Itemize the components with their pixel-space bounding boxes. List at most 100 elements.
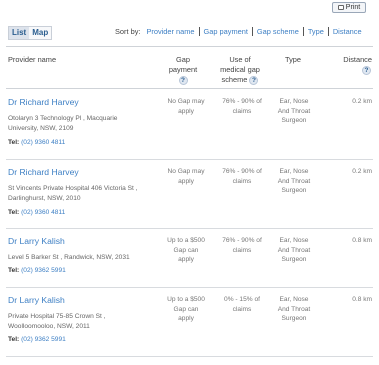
sort-bar: Sort by: Provider name Gap payment Gap s… — [115, 27, 362, 36]
printer-icon — [337, 5, 344, 10]
type-text: Surgeon — [281, 315, 307, 322]
map-view-tab[interactable]: Map — [29, 27, 51, 39]
table-row: Dr Richard Harvey Otolaryn 3 Technology … — [6, 88, 373, 160]
provider-name-link[interactable]: Dr Larry Kalish — [8, 236, 65, 246]
sort-provider-name-link[interactable]: Provider name — [146, 27, 194, 36]
header-use-of-line: Use of — [229, 55, 251, 64]
gap-scheme-cell: 76% - 90% of claims — [214, 167, 270, 186]
provider-tel: Tel: (02) 9360 4811 — [8, 209, 65, 216]
header-scheme-line: scheme — [221, 75, 248, 84]
scheme-text: claims — [232, 107, 252, 115]
gap-payment-help-icon[interactable]: ? — [178, 76, 188, 85]
sort-type-link[interactable]: Type — [308, 27, 324, 36]
gap-text: apply — [178, 107, 194, 115]
address-line: Darlinghurst, NSW, 2010 — [8, 195, 81, 202]
type-cell: Ear, Nose And Throat Surgeon — [272, 295, 316, 324]
provider-tel: Tel: (02) 9362 5991 — [8, 267, 66, 274]
provider-tel: Tel: (02) 9362 5991 — [8, 336, 66, 343]
type-cell: Ear, Nose And Throat Surgeon — [272, 236, 316, 265]
tel-number-link[interactable]: (02) 9362 5991 — [21, 336, 66, 343]
distance-cell: 0.8 km — [352, 296, 372, 303]
tel-label: Tel: — [8, 336, 20, 343]
type-text: And Throat — [277, 107, 311, 115]
header-divider — [6, 46, 373, 47]
address-line: Woolloomooloo, NSW, 2011 — [8, 323, 90, 330]
table-row: Dr Richard Harvey St Vincents Private Ho… — [6, 159, 373, 229]
provider-name-link[interactable]: Dr Richard Harvey — [8, 97, 79, 107]
scheme-text: claims — [232, 177, 252, 185]
header-provider-name: Provider name — [8, 55, 57, 64]
type-cell: Ear, Nose And Throat Surgeon — [272, 167, 316, 196]
type-text: Surgeon — [281, 256, 307, 263]
tel-label: Tel: — [8, 139, 20, 146]
address-line: Private Hospital 75-85 Crown St , — [8, 313, 106, 320]
list-view-tab[interactable]: List — [9, 27, 30, 39]
provider-address: Private Hospital 75-85 Crown St , Woollo… — [8, 312, 148, 332]
type-text: Surgeon — [281, 187, 307, 194]
header-payment-line: payment — [168, 65, 198, 74]
gap-text: Up to a $500 — [167, 296, 205, 303]
sort-divider — [198, 27, 200, 36]
provider-name-link[interactable]: Dr Richard Harvey — [8, 167, 79, 177]
gap-text: No Gap may — [167, 98, 205, 105]
table-row: Dr Larry Kalish Level 5 Barker St , Rand… — [6, 228, 373, 288]
gap-payment-cell: No Gap may apply — [159, 97, 213, 116]
header-medical-gap: Use of medical gap scheme ? — [212, 55, 268, 85]
gap-scheme-cell: 76% - 90% of claims — [214, 97, 270, 116]
provider-address: St Vincents Private Hospital 406 Victori… — [8, 184, 158, 204]
tel-number-link[interactable]: (02) 9360 4811 — [21, 139, 65, 146]
gap-scheme-cell: 0% - 15% of claims — [214, 295, 270, 314]
gap-payment-cell: Up to a $500 Gap can apply — [159, 295, 213, 324]
provider-name-link[interactable]: Dr Larry Kalish — [8, 295, 65, 305]
type-text: Ear, Nose — [279, 168, 309, 175]
gap-text: apply — [178, 256, 194, 263]
scheme-text: 0% - 15% of — [224, 296, 260, 303]
medical-gap-help-icon[interactable]: ? — [249, 76, 259, 85]
sort-label: Sort by: — [115, 27, 141, 36]
sort-gap-payment-link[interactable]: Gap payment — [204, 27, 248, 36]
type-text: Surgeon — [281, 117, 307, 124]
gap-text: Gap can — [173, 246, 199, 254]
header-distance-label: Distance — [343, 55, 372, 64]
gap-payment-cell: No Gap may apply — [159, 167, 213, 186]
print-label: Print — [345, 4, 361, 11]
view-toggle: List Map — [8, 26, 53, 40]
scheme-text: 76% - 90% of — [222, 98, 262, 105]
provider-address: Level 5 Barker St , Randwick, NSW, 2031 — [8, 253, 158, 263]
tel-number-link[interactable]: (02) 9360 4811 — [21, 209, 65, 216]
address-line: Otolaryn 3 Technology Pl , Macquarie — [8, 115, 118, 122]
header-medical-gap-line: medical gap — [220, 65, 260, 74]
header-distance: Distance ? — [330, 55, 372, 75]
print-button[interactable]: Print — [332, 2, 366, 13]
sort-divider — [251, 27, 253, 36]
gap-text: apply — [178, 315, 194, 322]
sort-gap-scheme-link[interactable]: Gap scheme — [257, 27, 299, 36]
sort-divider — [302, 27, 304, 36]
address-line: University, NSW, 2109 — [8, 125, 74, 132]
distance-help-icon[interactable]: ? — [362, 66, 371, 75]
type-text: Ear, Nose — [279, 237, 309, 244]
tel-label: Tel: — [8, 209, 20, 216]
scheme-text: claims — [232, 305, 252, 313]
scheme-text: 76% - 90% of — [222, 168, 262, 175]
provider-address: Otolaryn 3 Technology Pl , Macquarie Uni… — [8, 114, 148, 134]
scheme-text: claims — [232, 246, 252, 254]
type-text: Ear, Nose — [279, 98, 309, 105]
distance-cell: 0.2 km — [352, 98, 372, 105]
address-line: St Vincents Private Hospital 406 Victori… — [8, 185, 138, 192]
distance-cell: 0.8 km — [352, 237, 372, 244]
header-gap-line: Gap — [176, 55, 190, 64]
sort-divider — [327, 27, 329, 36]
tel-label: Tel: — [8, 267, 20, 274]
gap-scheme-cell: 76% - 90% of claims — [214, 236, 270, 255]
type-cell: Ear, Nose And Throat Surgeon — [272, 97, 316, 126]
type-text: And Throat — [277, 177, 311, 185]
distance-cell: 0.2 km — [352, 168, 372, 175]
tel-number-link[interactable]: (02) 9362 5991 — [21, 267, 66, 274]
sort-distance-link[interactable]: Distance — [333, 27, 362, 36]
gap-text: Up to a $500 — [167, 237, 205, 244]
gap-text: apply — [178, 177, 194, 185]
gap-text: No Gap may — [167, 168, 205, 175]
provider-tel: Tel: (02) 9360 4811 — [8, 139, 65, 146]
row-divider — [6, 356, 373, 357]
